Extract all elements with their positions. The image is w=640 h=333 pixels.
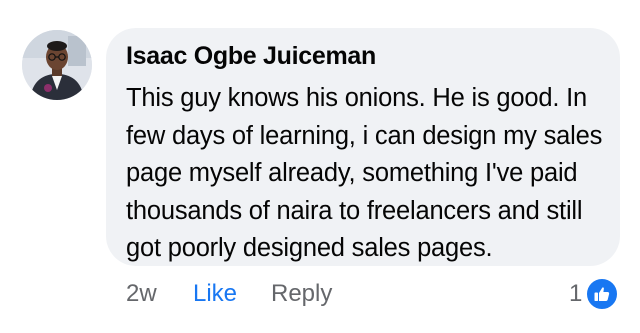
reaction-summary[interactable]: 1 xyxy=(569,277,620,311)
comment-bubble: Isaac Ogbe Juiceman This guy knows his o… xyxy=(106,28,620,266)
comment-timestamp[interactable]: 2w xyxy=(126,276,157,312)
comment-author[interactable]: Isaac Ogbe Juiceman xyxy=(126,42,376,71)
thumbs-up-icon xyxy=(594,287,610,301)
avatar-image xyxy=(22,30,92,100)
avatar[interactable] xyxy=(22,30,92,100)
comment: Isaac Ogbe Juiceman This guy knows his o… xyxy=(0,0,640,333)
like-icon xyxy=(585,277,620,311)
reaction-count: 1 xyxy=(569,280,583,307)
like-button[interactable]: Like xyxy=(193,276,237,312)
comment-text: This guy knows his onions. He is good. I… xyxy=(126,84,603,262)
reply-button[interactable]: Reply xyxy=(271,276,332,312)
